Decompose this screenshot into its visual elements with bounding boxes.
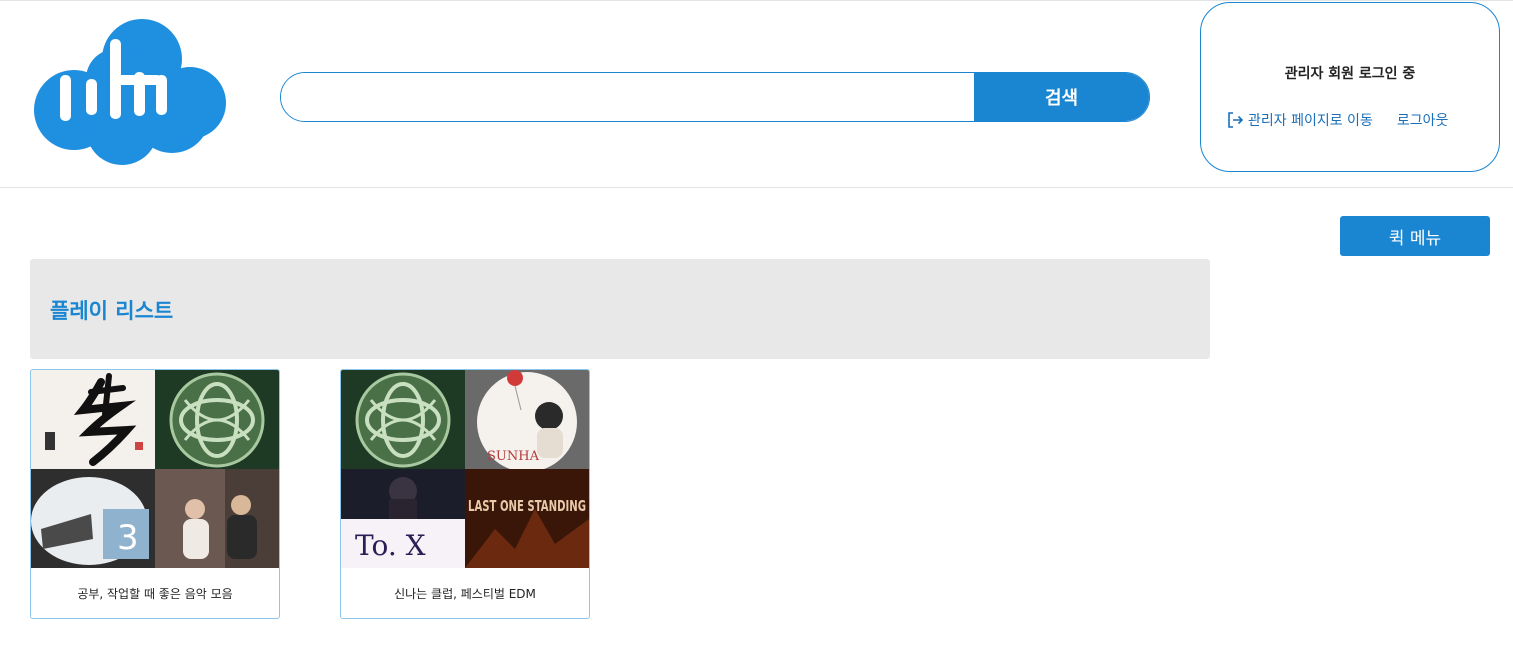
album-cover: [155, 469, 279, 568]
playlist-card[interactable]: SUNHA To. X LAST ONE STANDING 신나는 클럽, 페스…: [340, 369, 590, 619]
album-cover: SUNHA: [465, 370, 589, 469]
search-input[interactable]: [281, 73, 974, 121]
album-cover: [155, 370, 279, 469]
playlist-card[interactable]: 3 공부, 작업할 때 좋은 음악 모음: [30, 369, 280, 619]
playlist-section-header: 플레이 리스트: [30, 259, 1210, 359]
admin-page-label: 관리자 페이지로 이동: [1248, 113, 1373, 129]
album-text: SUNHA: [487, 449, 540, 464]
login-arrow-icon: [1228, 112, 1244, 128]
quick-menu-button[interactable]: 퀵 메뉴: [1340, 216, 1490, 256]
album-cover: [31, 370, 155, 469]
album-cover: To. X: [341, 469, 465, 568]
admin-page-link[interactable]: 관리자 페이지로 이동: [1226, 110, 1373, 130]
album-cover: [341, 370, 465, 469]
svg-text:3: 3: [117, 518, 139, 558]
search-button[interactable]: 검색: [974, 73, 1149, 121]
page: 검색 관리자 회원 로그인 중 관리자 페이지로 이동 로그아웃 퀵 메뉴 플레…: [0, 0, 1513, 659]
playlist-thumbnails: 3: [31, 370, 279, 568]
playlist-title: 공부, 작업할 때 좋은 음악 모음: [77, 586, 233, 601]
album-cover: 3: [31, 469, 155, 568]
album-text: To. X: [355, 529, 426, 562]
login-links: 관리자 페이지로 이동 로그아웃: [1226, 110, 1448, 130]
search-bar: 검색: [280, 72, 1150, 122]
playlist-title: 신나는 클럽, 페스티벌 EDM: [394, 586, 536, 601]
header: 검색 관리자 회원 로그인 중 관리자 페이지로 이동 로그아웃: [0, 0, 1513, 188]
login-panel: 관리자 회원 로그인 중 관리자 페이지로 이동 로그아웃: [1200, 2, 1500, 172]
site-logo[interactable]: [30, 17, 226, 165]
login-status: 관리자 회원 로그인 중: [1284, 66, 1416, 82]
album-cover: LAST ONE STANDING: [465, 469, 589, 568]
section-title: 플레이 리스트: [50, 299, 174, 323]
playlist-thumbnails: SUNHA To. X LAST ONE STANDING: [341, 370, 589, 568]
logout-link[interactable]: 로그아웃: [1397, 110, 1449, 130]
album-text: LAST ONE STANDING: [468, 497, 586, 515]
